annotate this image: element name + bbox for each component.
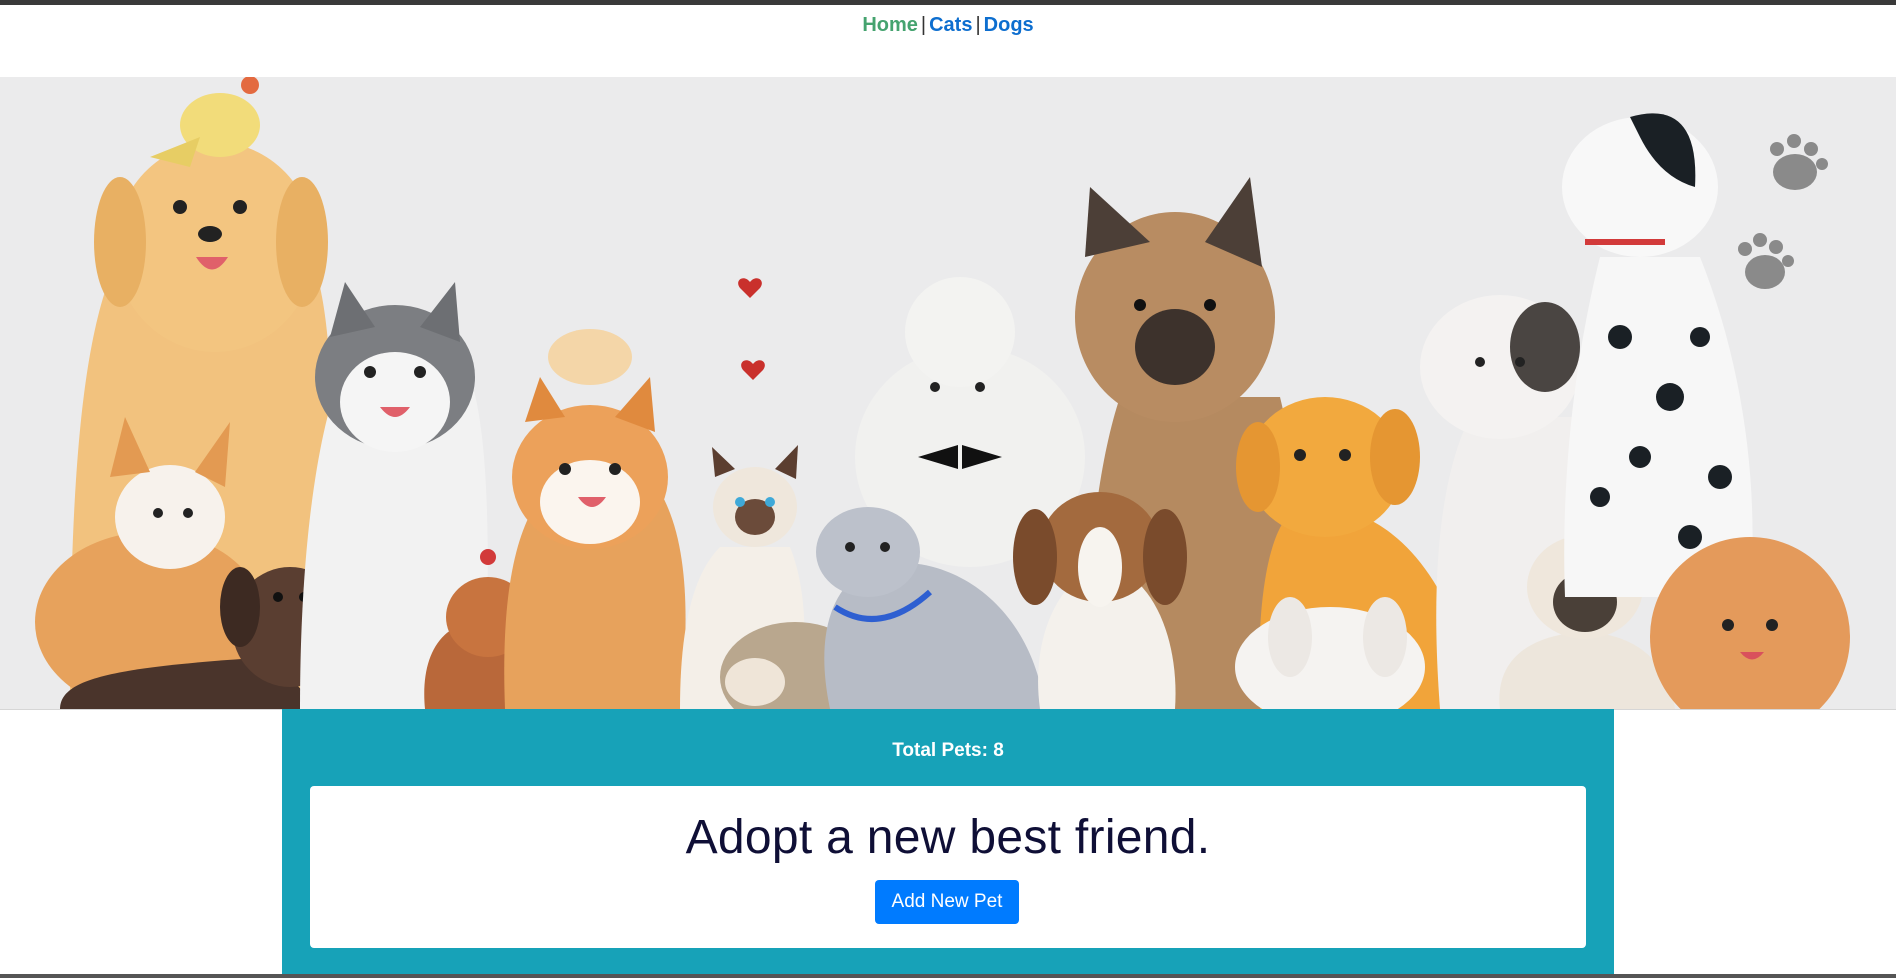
nav-dogs-link[interactable]: Dogs — [984, 14, 1034, 36]
add-new-pet-button[interactable]: Add New Pet — [875, 880, 1019, 924]
nav-separator: | — [920, 14, 927, 36]
beagle-illustration — [1013, 492, 1187, 709]
top-nav: Home | Cats | Dogs — [0, 14, 1896, 37]
nav-separator: | — [975, 14, 981, 36]
pet-summary-panel: Total Pets: 8 Adopt a new best friend. A… — [282, 709, 1614, 978]
adopt-headline: Adopt a new best friend. — [685, 811, 1211, 864]
nav-home-link[interactable]: Home — [862, 14, 918, 36]
adopt-card: Adopt a new best friend. Add New Pet — [310, 786, 1586, 948]
hero-banner-image — [0, 77, 1896, 710]
pets-illustration — [0, 77, 1896, 709]
total-pets-count: Total Pets: 8 — [892, 740, 1004, 761]
nav-cats-link[interactable]: Cats — [929, 14, 972, 36]
window-top-border — [0, 0, 1896, 5]
window-bottom-border — [0, 974, 1896, 978]
